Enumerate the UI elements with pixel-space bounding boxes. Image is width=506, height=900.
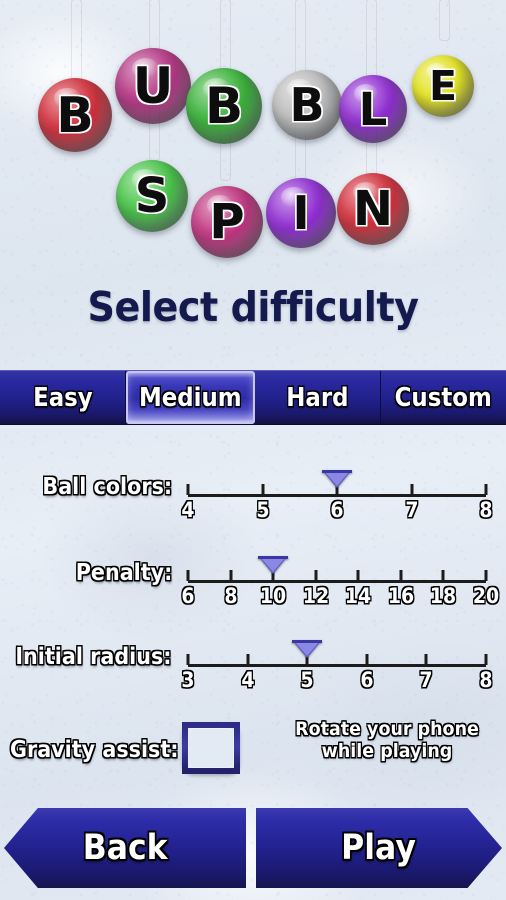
slider-row-penalty: Penalty: 6 8 10 12 14 16 18 20 — [0, 548, 506, 610]
play-button[interactable]: Play — [256, 808, 502, 888]
slider-tick — [186, 570, 190, 581]
slider-tick-label: 12 — [302, 584, 329, 608]
slider-tick-label: 7 — [419, 668, 433, 692]
gravity-hint-line-2: while playing — [321, 740, 453, 762]
slider-tick-label: 6 — [360, 668, 374, 692]
tab-medium[interactable]: Medium — [126, 371, 255, 424]
slider-label-ball-colors: Ball colors: — [42, 474, 172, 500]
logo-bubble-b-2: B — [186, 68, 262, 144]
logo-bubble-letter: U — [132, 57, 174, 115]
slider-row-initial-radius: Initial radius: 3 4 5 6 7 8 — [0, 632, 506, 694]
gravity-assist-checkbox[interactable] — [182, 722, 240, 774]
slider-scale-penalty[interactable]: 6 8 10 12 14 16 18 20 — [181, 548, 499, 610]
logo-bubble-p-7: P — [191, 186, 263, 258]
logo-bubble-letter: L — [358, 82, 388, 136]
logo-bubble-letter: N — [352, 181, 394, 237]
game-logo: BUBBLESPIN — [0, 0, 506, 270]
slider-scale-ball-colors[interactable]: 4 5 6 7 8 — [181, 462, 493, 524]
slider-tick-label: 3 — [181, 668, 195, 692]
slider-tick — [229, 570, 233, 581]
logo-bubble-letter: B — [289, 78, 325, 132]
back-button-label: Back — [82, 828, 168, 868]
slider-tick — [314, 570, 318, 581]
slider-tick-label: 6 — [181, 584, 195, 608]
game-screen: BUBBLESPIN Select difficulty Easy Medium H… — [0, 0, 506, 900]
slider-tick-label: 16 — [387, 584, 414, 608]
gravity-assist-hint: Rotate your phone while playing — [281, 718, 493, 762]
slider-row-ball-colors: Ball colors: 4 5 6 7 8 — [0, 462, 506, 524]
slider-tick — [356, 570, 360, 581]
slider-tick — [484, 484, 488, 495]
logo-bubble-s-6: S — [116, 160, 188, 232]
logo-bubble-e-5: E — [412, 55, 474, 117]
slider-label-initial-radius: Initial radius: — [15, 644, 172, 670]
slider-tick-label: 8 — [479, 668, 493, 692]
slider-tick-label: 18 — [430, 584, 457, 608]
gravity-hint-line-1: Rotate your phone — [295, 718, 479, 740]
slider-tick — [484, 654, 488, 665]
tab-label: Easy — [32, 382, 93, 413]
slider-tick — [246, 654, 250, 665]
logo-bubble-letter: P — [209, 194, 245, 250]
slider-tick-label: 8 — [223, 584, 238, 608]
logo-bubble-letter: E — [428, 61, 457, 110]
slider-tick — [424, 654, 428, 665]
logo-bubble-i-8: I — [266, 178, 336, 248]
tab-easy[interactable]: Easy — [0, 371, 126, 424]
slider-tick-label: 4 — [241, 668, 255, 692]
logo-bubble-u-1: U — [115, 48, 191, 124]
slider-tick-label: 8 — [479, 498, 493, 522]
rope-0 — [72, 0, 81, 88]
tab-label: Hard — [286, 382, 349, 413]
slider-thumb-initial-radius[interactable] — [292, 640, 323, 658]
slider-tick-label: 4 — [181, 498, 195, 522]
slider-tick — [261, 484, 264, 495]
slider-tick-label: 5 — [300, 668, 314, 692]
slider-tick — [399, 570, 403, 581]
slider-tick — [484, 570, 488, 581]
slider-label-penalty: Penalty: — [75, 560, 172, 586]
slider-tick-label: 10 — [259, 584, 287, 608]
slider-tick — [441, 570, 445, 581]
slider-tick — [186, 484, 190, 495]
slider-tick-label: 20 — [472, 584, 500, 608]
difficulty-tab-bar: Easy Medium Hard Custom — [0, 370, 506, 425]
logo-bubble-b-3: B — [272, 70, 342, 140]
tab-label: Medium — [139, 382, 242, 413]
logo-bubble-l-4: L — [339, 75, 407, 143]
tab-label: Custom — [394, 382, 493, 413]
logo-bubble-letter: B — [56, 86, 94, 144]
slider-thumb-ball-colors[interactable] — [322, 470, 352, 488]
play-button-label: Play — [341, 828, 417, 868]
logo-bubble-letter: S — [134, 168, 170, 224]
slider-tick — [410, 484, 413, 495]
slider-tick-label: 14 — [345, 584, 372, 608]
tab-custom[interactable]: Custom — [381, 371, 506, 424]
slider-tick — [186, 654, 190, 665]
gravity-assist-label: Gravity assist: — [10, 737, 179, 763]
slider-axis — [188, 664, 486, 667]
slider-tick-label: 7 — [404, 498, 419, 522]
footer-button-bar: Back Play — [0, 808, 506, 888]
tab-hard[interactable]: Hard — [255, 371, 381, 424]
back-button[interactable]: Back — [4, 808, 246, 888]
slider-tick — [365, 654, 369, 665]
logo-bubble-b-0: B — [38, 78, 112, 152]
logo-bubble-n-9: N — [337, 173, 409, 245]
slider-thumb-penalty[interactable] — [258, 556, 289, 574]
logo-bubble-letter: B — [204, 77, 244, 135]
slider-scale-initial-radius[interactable]: 3 4 5 6 7 8 — [181, 632, 493, 694]
logo-bubble-letter: I — [292, 186, 310, 240]
rope-5 — [440, 0, 449, 40]
slider-tick-label: 6 — [330, 498, 344, 522]
slider-tick-label: 5 — [255, 498, 270, 522]
page-title: Select difficulty — [87, 283, 419, 331]
